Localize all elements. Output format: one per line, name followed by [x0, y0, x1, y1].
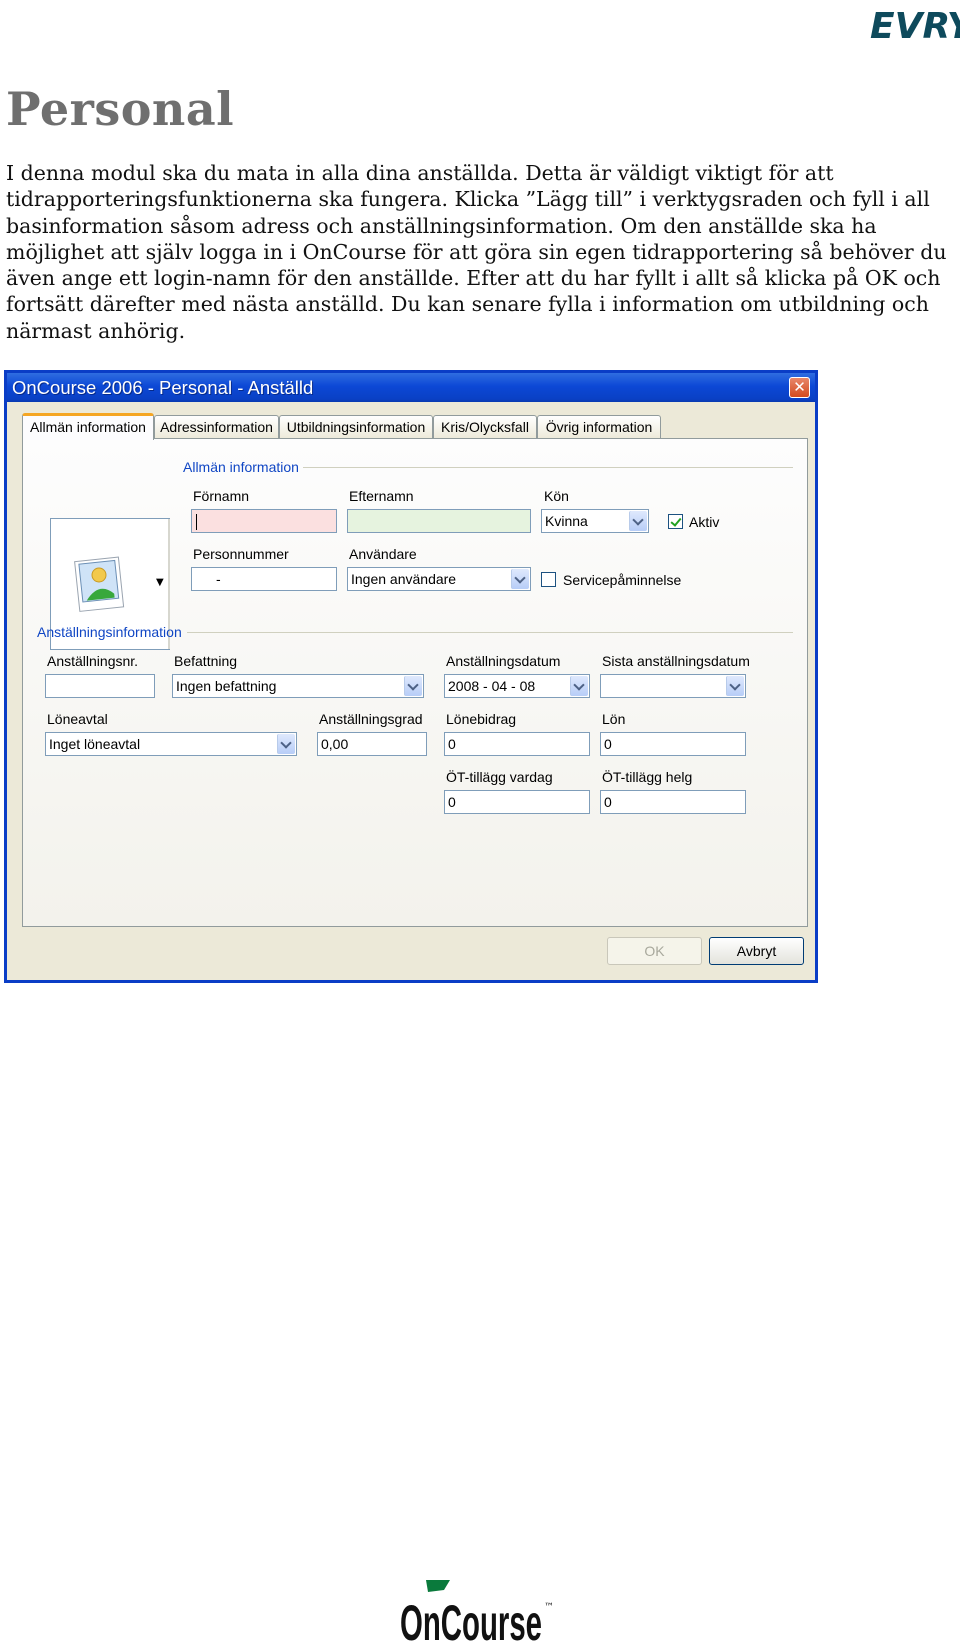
intro-line: I denna modul ska du mata in alla dina a… — [6, 161, 834, 185]
anstallningsdatum-picker[interactable]: 2008 - 04 - 08 — [444, 674, 590, 698]
intro-line: tidrapporteringsfunktionerna ska fungera… — [6, 187, 930, 212]
group-title-allman: Allmän information — [183, 459, 299, 475]
label-ot-tillagg-vardag: ÖT-tillägg vardag — [446, 769, 553, 785]
tab-panel-allman: ▼ Allmän information Förnamn Efternamn K… — [22, 438, 808, 927]
close-icon[interactable]: ✕ — [789, 377, 810, 398]
label-sista-anstallningsdatum: Sista anställningsdatum — [602, 653, 750, 669]
label-anstallningsgrad: Anställningsgrad — [319, 711, 423, 727]
evry-logo: EVRY — [868, 0, 960, 52]
tab-adressinformation[interactable]: Adressinformation — [154, 415, 279, 439]
befattning-value: Ingen befattning — [176, 678, 277, 694]
intro-line: basinformation såsom adress och anställn… — [6, 213, 877, 238]
group-divider — [303, 467, 793, 468]
efternamn-input[interactable] — [347, 509, 531, 533]
label-loneavtal: Löneavtal — [47, 711, 108, 727]
kon-value: Kvinna — [545, 513, 588, 529]
anvandare-value: Ingen användare — [351, 571, 457, 587]
ot-tillagg-vardag-input[interactable]: 0 — [444, 790, 590, 814]
intro-line: närmast anhörig. — [6, 318, 186, 343]
intro-line: även ange ett login-namn för den anställ… — [6, 266, 941, 291]
photo-dropdown-icon[interactable]: ▼ — [156, 577, 164, 588]
trademark-symbol: ™ — [544, 1602, 554, 1613]
ok-button[interactable]: OK — [607, 937, 702, 965]
label-kon: Kön — [544, 488, 569, 504]
label-lonebidrag: Lönebidrag — [446, 711, 517, 727]
label-fornamn: Förnamn — [193, 488, 250, 504]
lon-input[interactable]: 0 — [600, 732, 746, 756]
intro-line: möjlighet att själv logga in i OnCourse … — [6, 239, 947, 264]
label-befattning: Befattning — [174, 653, 238, 669]
tab-ovrig-information[interactable]: Övrig information — [537, 415, 661, 439]
befattning-select[interactable]: Ingen befattning — [172, 674, 424, 698]
chevron-down-icon[interactable] — [277, 734, 295, 754]
group-title-anstallning: Anställningsinformation — [37, 624, 182, 640]
oncourse-logo-text: OnCourse — [400, 1595, 542, 1644]
chevron-down-icon[interactable] — [404, 676, 422, 696]
chevron-down-icon[interactable] — [726, 676, 744, 696]
anstallningsnr-input[interactable] — [45, 674, 155, 698]
evry-logo-text: EVRY — [870, 6, 960, 47]
label-personnummer: Personnummer — [193, 546, 289, 562]
label-anstallningsnr: Anställningsnr. — [47, 653, 139, 669]
servicepaminnelse-checkbox[interactable] — [541, 572, 556, 587]
label-lon: Lön — [602, 711, 626, 727]
group-divider — [187, 632, 793, 633]
photo-placeholder-icon — [74, 556, 125, 612]
aktiv-checkbox[interactable] — [668, 514, 683, 529]
intro-paragraph: I denna modul ska du mata in alla dina a… — [6, 160, 947, 344]
intro-line: fortsätt därefter med nästa anställd. Du… — [6, 292, 929, 317]
lonebidrag-input[interactable]: 0 — [444, 732, 590, 756]
tab-kris-olycksfall[interactable]: Kris/Olycksfall — [433, 415, 537, 439]
fornamn-input[interactable] — [191, 509, 337, 533]
oncourse-logo: OnCourse ™ — [400, 1578, 560, 1644]
chevron-down-icon[interactable] — [511, 569, 529, 589]
label-efternamn: Efternamn — [349, 488, 414, 504]
cancel-button[interactable]: Avbryt — [709, 937, 804, 965]
anstallningsgrad-input[interactable]: 0,00 — [317, 732, 427, 756]
sista-anstallningsdatum-picker[interactable]: - - — [600, 674, 746, 698]
label-aktiv: Aktiv — [689, 514, 720, 530]
chevron-down-icon[interactable] — [570, 676, 588, 696]
loneavtal-select[interactable]: Inget löneavtal — [45, 732, 297, 756]
anvandare-select[interactable]: Ingen användare — [347, 567, 531, 591]
chevron-down-icon[interactable] — [629, 511, 647, 531]
employee-dialog: OnCourse 2006 - Personal - Anställd ✕ Al… — [4, 370, 818, 983]
label-ot-tillagg-helg: ÖT-tillägg helg — [602, 769, 693, 785]
oncourse-logo-mark: OnCourse ™ — [400, 1580, 554, 1644]
loneavtal-value: Inget löneavtal — [49, 736, 141, 752]
label-servicepaminnelse: Servicepåminnelse — [563, 572, 682, 588]
text-caret — [196, 514, 197, 531]
evry-logo-mark: EVRY — [870, 6, 960, 47]
label-anvandare: Användare — [349, 546, 417, 562]
flag-icon — [426, 1580, 450, 1592]
tab-allman-information[interactable]: Allmän information — [22, 413, 154, 440]
page-title: Personal — [6, 82, 235, 136]
kon-select[interactable]: Kvinna — [541, 509, 649, 533]
dialog-title: OnCourse 2006 - Personal - Anställd — [12, 377, 314, 398]
label-anstallningsdatum: Anställningsdatum — [446, 653, 561, 669]
ot-tillagg-helg-input[interactable]: 0 — [600, 790, 746, 814]
personnummer-input[interactable]: - — [191, 567, 337, 591]
dialog-titlebar[interactable]: OnCourse 2006 - Personal - Anställd ✕ — [7, 373, 815, 402]
tab-utbildningsinformation[interactable]: Utbildningsinformation — [279, 415, 433, 439]
anstallningsdatum-value: 2008 - 04 - 08 — [448, 678, 536, 694]
